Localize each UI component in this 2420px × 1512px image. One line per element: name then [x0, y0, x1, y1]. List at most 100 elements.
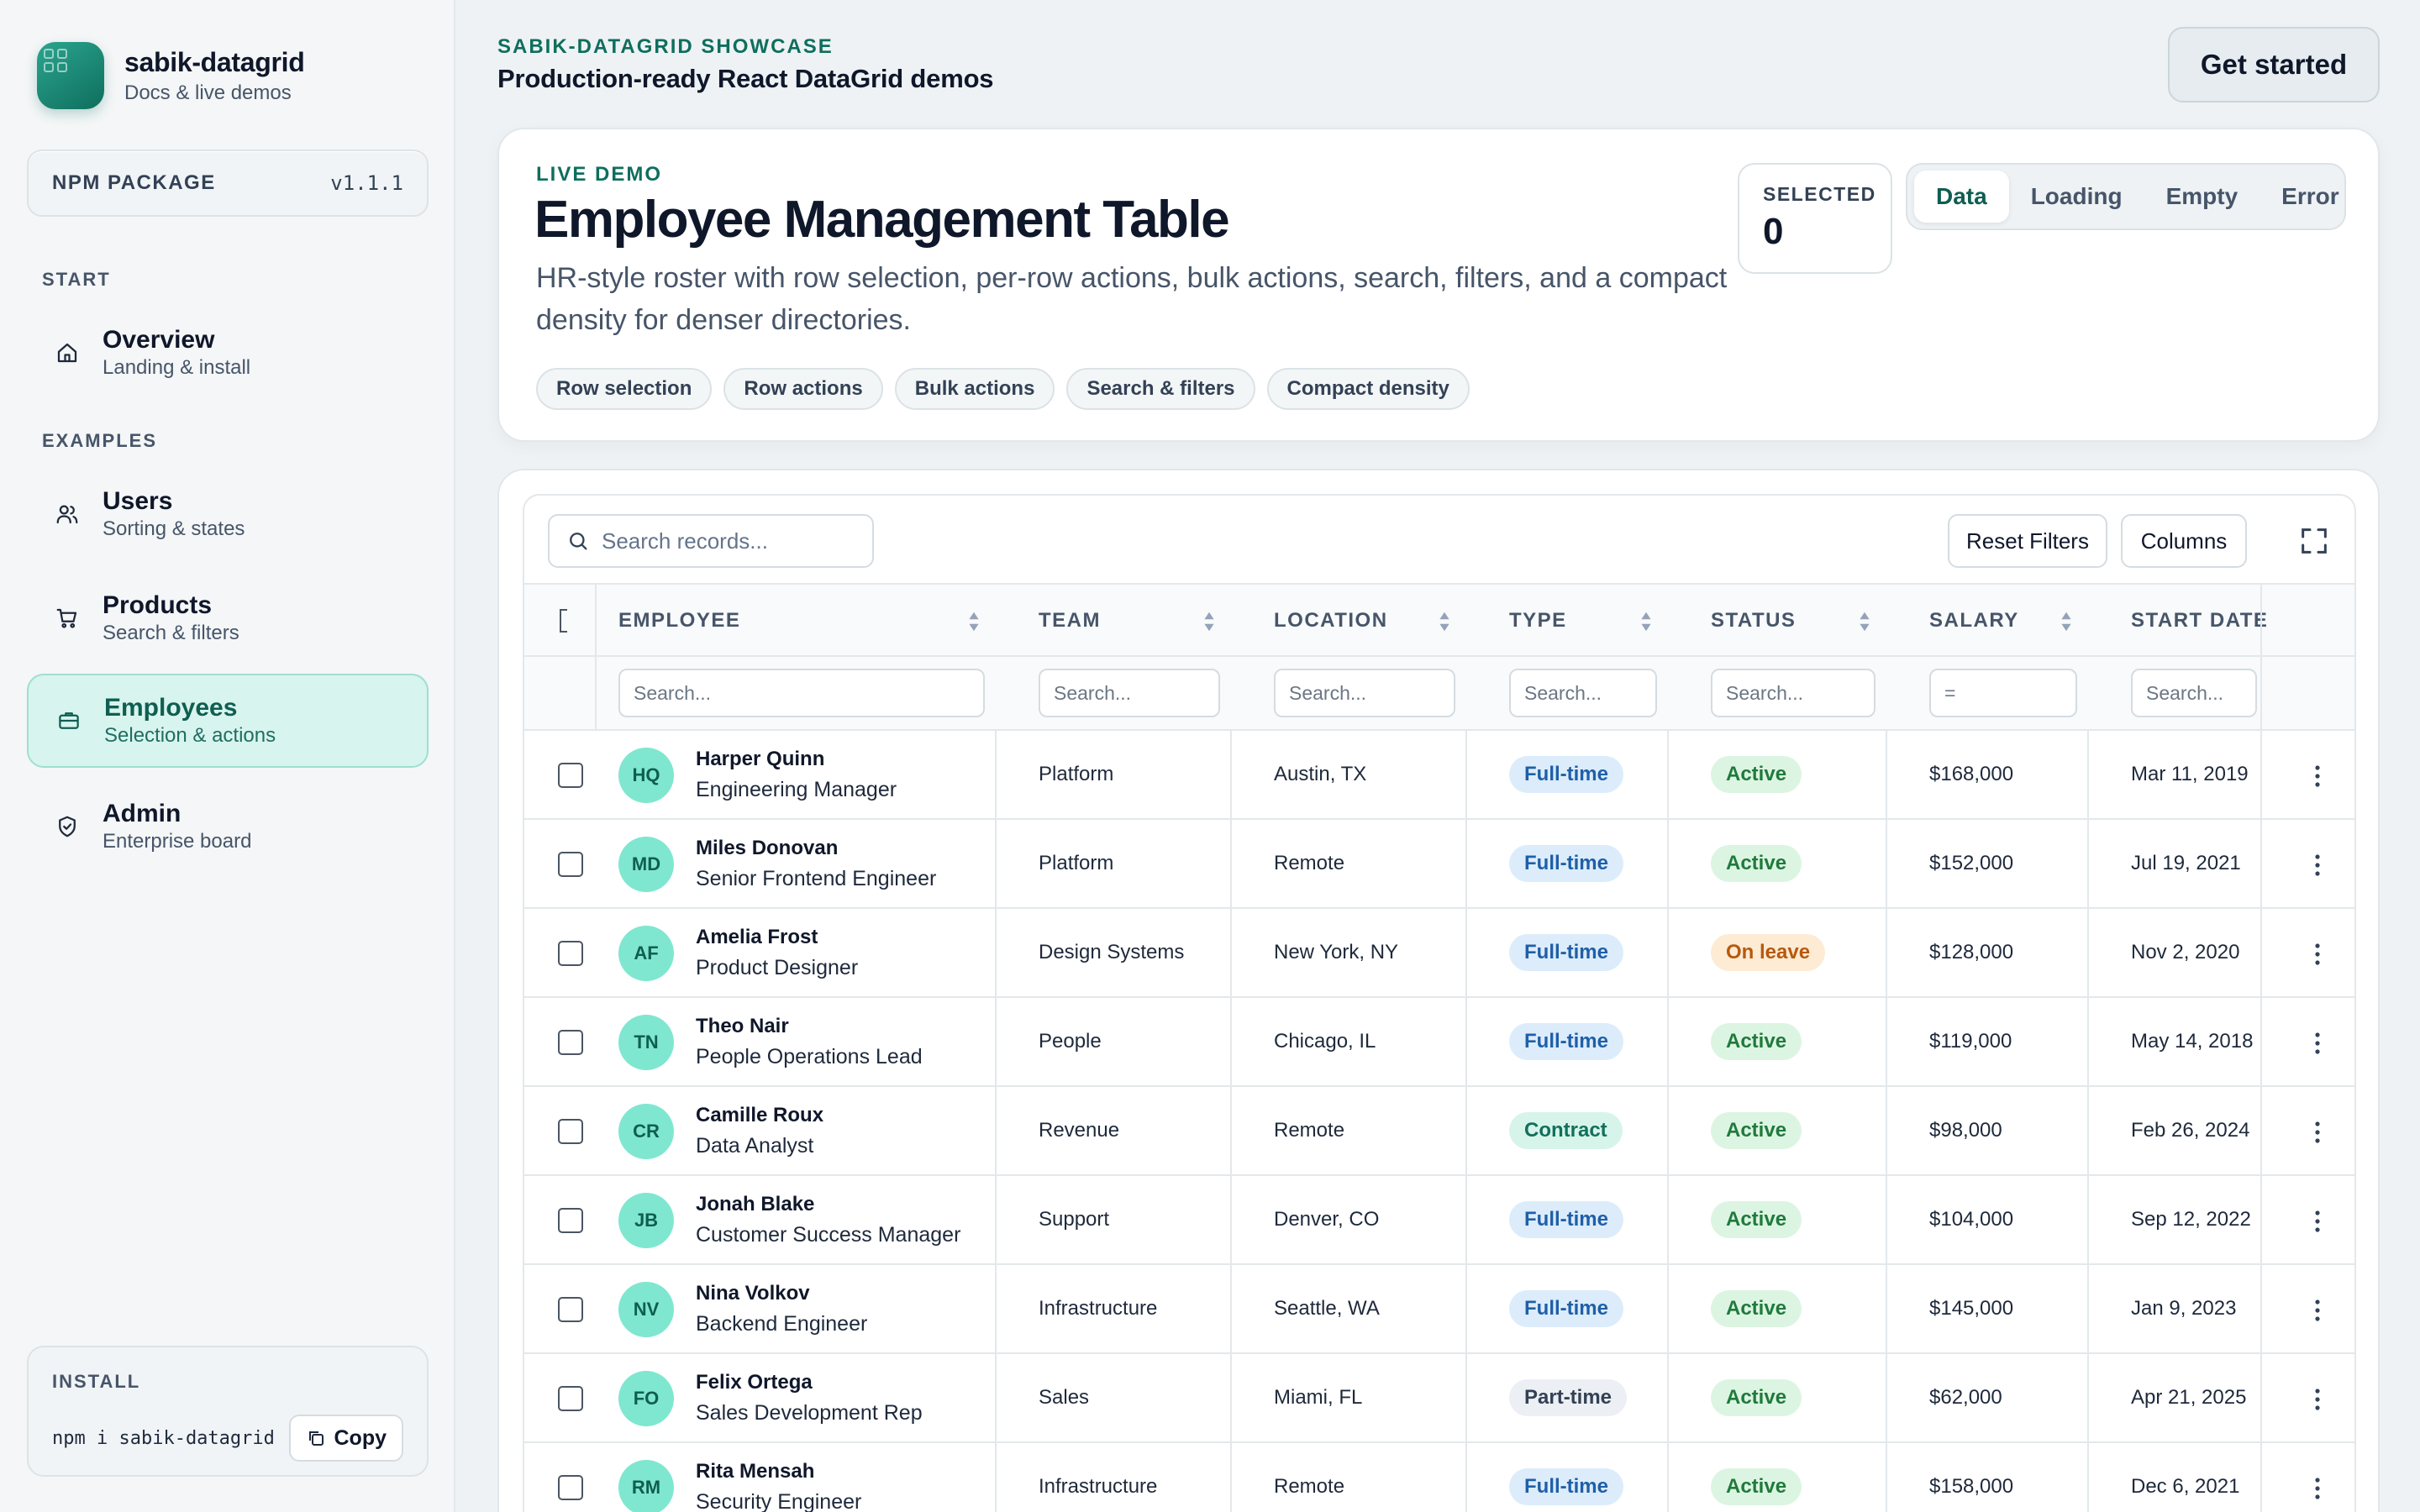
salary-cell: $152,000	[1929, 852, 2014, 874]
feature-chip: Row selection	[536, 368, 713, 410]
avatar: JB	[618, 1193, 674, 1248]
brand-name: sabik-datagrid	[124, 46, 305, 77]
row-actions-icon[interactable]	[2314, 1121, 2321, 1144]
row-checkbox[interactable]	[558, 852, 583, 877]
employee-name: Amelia Frost	[696, 926, 818, 948]
column-header-salary[interactable]: SALARY	[1929, 585, 2019, 657]
row-checkbox[interactable]	[558, 941, 583, 966]
copy-button[interactable]: Copy	[288, 1415, 403, 1462]
location-cell: Remote	[1274, 1475, 1345, 1498]
table-row[interactable]: HQ Harper Quinn Engineering Manager Platfor…	[524, 731, 2354, 820]
brand-logo-icon	[37, 42, 104, 109]
sort-icon[interactable]	[1859, 610, 1870, 633]
row-checkbox[interactable]	[558, 1030, 583, 1055]
column-header-type[interactable]: TYPE	[1509, 585, 1567, 657]
table-row[interactable]: CR Camille Roux Data Analyst Revenue Remote C…	[524, 1087, 2354, 1176]
avatar: NV	[618, 1282, 674, 1337]
row-checkbox[interactable]	[558, 1208, 583, 1233]
column-header-employee[interactable]: EMPLOYEE	[618, 585, 740, 657]
avatar: TN	[618, 1015, 674, 1070]
row-checkbox[interactable]	[558, 1386, 583, 1411]
get-started-button[interactable]: Get started	[2168, 27, 2380, 102]
sidebar-item-title: Users	[103, 487, 173, 515]
sort-icon[interactable]	[2060, 610, 2072, 633]
selected-count: 0	[1763, 211, 1784, 252]
sort-icon[interactable]	[1640, 610, 1652, 633]
salary-cell: $158,000	[1929, 1475, 2014, 1498]
location-cell: Seattle, WA	[1274, 1297, 1380, 1320]
tab-loading[interactable]: Loading	[2009, 171, 2144, 223]
employee-role: Product Designer	[696, 956, 859, 979]
tab-data[interactable]: Data	[1914, 171, 2009, 223]
filter-input-team[interactable]	[1039, 669, 1220, 717]
sidebar-item-products[interactable]: Products Search & filters	[27, 571, 429, 665]
column-header-start-date[interactable]: START DATE	[2131, 585, 2268, 657]
tab-error[interactable]: Error	[2260, 171, 2360, 223]
table-row[interactable]: NV Nina Volkov Backend Engineer Infrastruct…	[524, 1265, 2354, 1354]
table-row[interactable]: JB Jonah Blake Customer Success Manager Sup…	[524, 1176, 2354, 1265]
table-row[interactable]: FO Felix Ortega Sales Development Rep Sales…	[524, 1354, 2354, 1443]
table-row[interactable]: TN Theo Nair People Operations Lead People C…	[524, 998, 2354, 1087]
team-cell: People	[1039, 1030, 1102, 1053]
team-cell: Support	[1039, 1208, 1110, 1231]
row-actions-icon[interactable]	[2314, 853, 2321, 877]
team-cell: Infrastructure	[1039, 1475, 1158, 1498]
tab-empty[interactable]: Empty	[2144, 171, 2260, 223]
row-actions-icon[interactable]	[2314, 1210, 2321, 1233]
columns-button[interactable]: Columns	[2121, 514, 2247, 568]
sidebar-item-users[interactable]: Users Sorting & states	[27, 467, 429, 561]
type-badge: Full-time	[1509, 1468, 1623, 1505]
row-actions-icon[interactable]	[2314, 942, 2321, 966]
grid-search[interactable]	[548, 514, 874, 568]
filter-input-employee[interactable]	[618, 669, 985, 717]
employee-role: Customer Success Manager	[696, 1223, 961, 1247]
row-actions-icon[interactable]	[2314, 1299, 2321, 1322]
filter-input-salary[interactable]	[1929, 669, 2077, 717]
start-date-cell: Apr 21, 2025	[2131, 1386, 2247, 1409]
filter-input-status[interactable]	[1711, 669, 1876, 717]
sort-icon[interactable]	[1203, 610, 1215, 633]
sidebar-item-overview[interactable]: Overview Landing & install	[27, 306, 429, 400]
sort-icon[interactable]	[968, 610, 980, 633]
column-header-status[interactable]: STATUS	[1711, 585, 1796, 657]
table-row[interactable]: RM Rita Mensah Security Engineer Infrastruc…	[524, 1443, 2354, 1512]
salary-cell: $168,000	[1929, 763, 2014, 785]
row-checkbox[interactable]	[558, 1297, 583, 1322]
brand[interactable]: sabik-datagrid Docs & live demos	[37, 42, 305, 109]
row-checkbox[interactable]	[558, 1119, 583, 1144]
filter-input-start-date[interactable]	[2131, 669, 2257, 717]
row-actions-icon[interactable]	[2314, 764, 2321, 788]
fullscreen-icon[interactable]	[2297, 524, 2331, 558]
install-command: npm i sabik-datagrid	[52, 1427, 275, 1449]
row-actions-icon[interactable]	[2314, 1032, 2321, 1055]
column-header-location[interactable]: LOCATION	[1274, 585, 1388, 657]
reset-filters-button[interactable]: Reset Filters	[1948, 514, 2107, 568]
employee-name: Miles Donovan	[696, 837, 839, 859]
sidebar-item-admin[interactable]: Admin Enterprise board	[27, 780, 429, 874]
sidebar-item-subtitle: Selection & actions	[104, 724, 276, 747]
filter-input-type[interactable]	[1509, 669, 1657, 717]
filter-input-location[interactable]	[1274, 669, 1455, 717]
table-row[interactable]: AF Amelia Frost Product Designer Design Sys…	[524, 909, 2354, 998]
row-checkbox[interactable]	[558, 1475, 583, 1500]
avatar: HQ	[618, 748, 674, 803]
sidebar-item-employees[interactable]: Employees Selection & actions	[27, 674, 429, 768]
team-cell: Platform	[1039, 763, 1114, 785]
row-checkbox[interactable]	[558, 763, 583, 788]
row-actions-icon[interactable]	[2314, 1477, 2321, 1500]
column-header-team[interactable]: TEAM	[1039, 585, 1101, 657]
state-tabs: Data Loading Empty Error	[1906, 163, 2346, 230]
select-all-checkbox[interactable]	[558, 585, 568, 657]
start-date-cell: Nov 2, 2020	[2131, 941, 2240, 963]
search-input[interactable]	[602, 528, 871, 554]
selected-label: SELECTED	[1763, 183, 1876, 205]
start-date-cell: May 14, 2018	[2131, 1030, 2254, 1053]
table-row[interactable]: MD Miles Donovan Senior Frontend Engineer P…	[524, 820, 2354, 909]
team-cell: Infrastructure	[1039, 1297, 1158, 1320]
status-badge: Active	[1711, 1201, 1802, 1238]
sort-icon[interactable]	[1439, 610, 1450, 633]
npm-package-label: NPM PACKAGE	[52, 171, 216, 194]
type-badge: Full-time	[1509, 1201, 1623, 1238]
row-actions-icon[interactable]	[2314, 1388, 2321, 1411]
salary-cell: $128,000	[1929, 941, 2014, 963]
